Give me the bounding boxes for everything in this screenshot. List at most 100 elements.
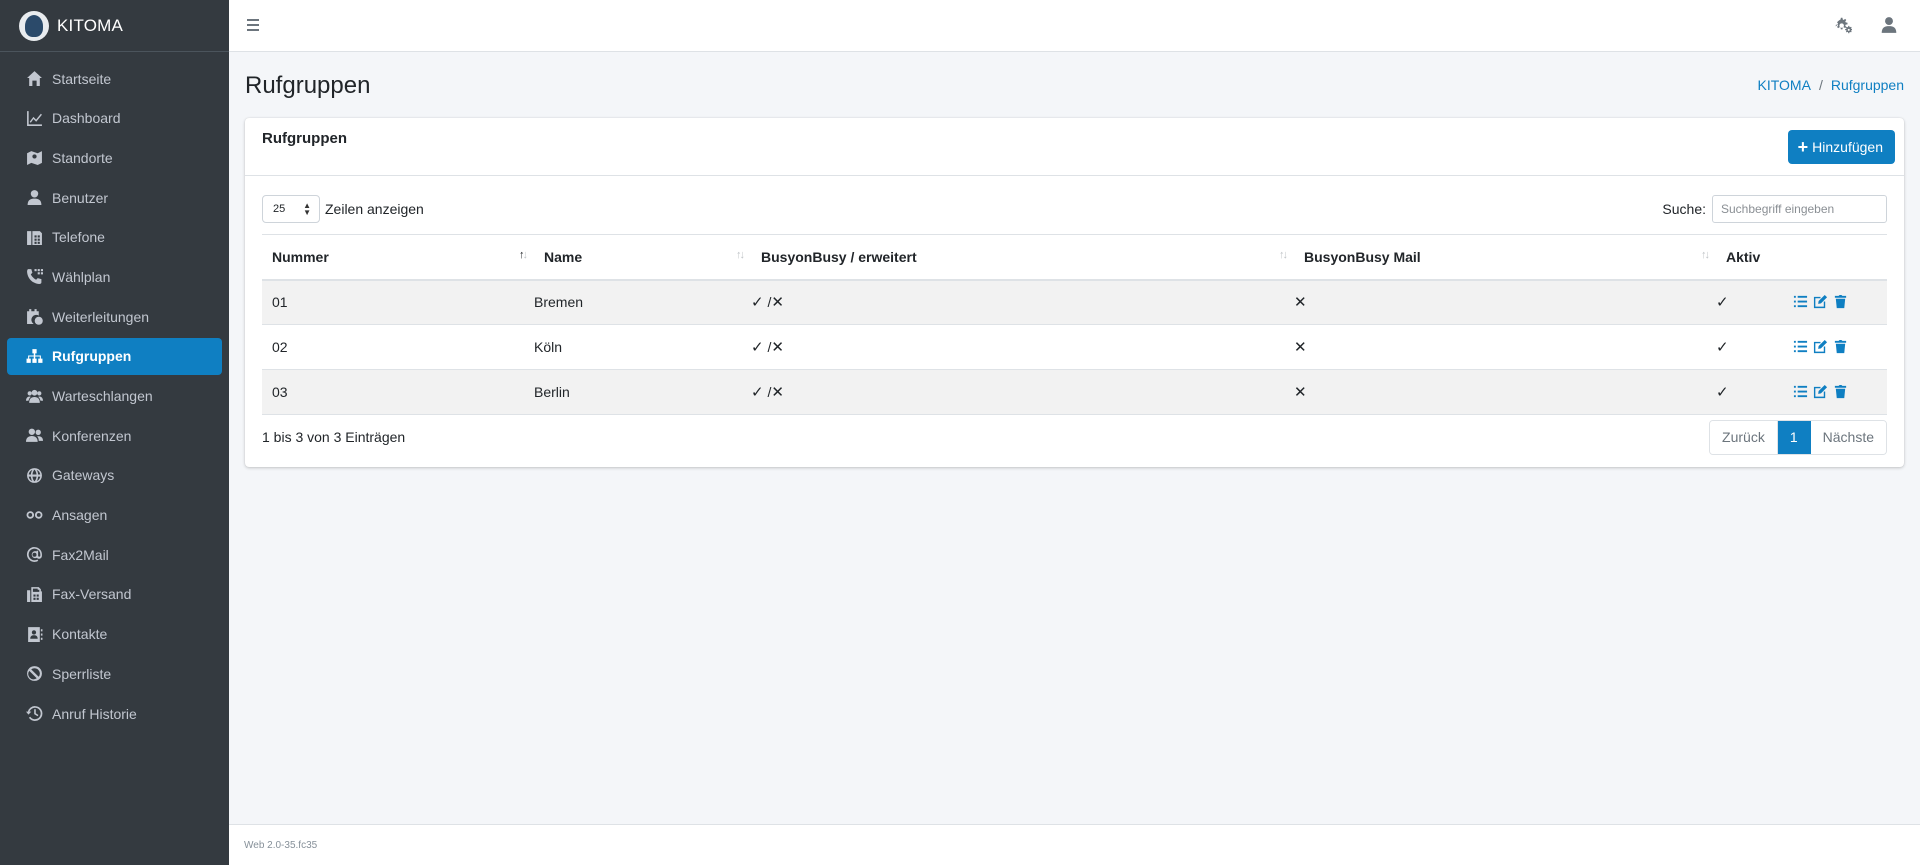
sort-icon: ↑↓ xyxy=(1279,249,1288,261)
sort-icon: ↑↓ xyxy=(1701,249,1710,261)
sidebar-item-gateways[interactable]: Gateways xyxy=(7,457,222,494)
sidebar-item-label: Ansagen xyxy=(52,507,108,524)
sidebar-item-fax-versand[interactable]: Fax-Versand xyxy=(7,576,222,613)
column-label: BusyonBusy Mail xyxy=(1304,248,1421,265)
sidebar-item-kontakte[interactable]: Kontakte xyxy=(7,616,222,653)
users-icon xyxy=(24,386,44,406)
sidebar-item-waehlplan[interactable]: Wählplan xyxy=(7,258,222,295)
sidebar-item-label: Rufgruppen xyxy=(52,348,132,365)
pagination-prev[interactable]: Zurück xyxy=(1710,420,1778,454)
at-icon xyxy=(24,545,44,565)
sidebar-item-label: Gateways xyxy=(52,467,115,484)
sidebar-item-telefone[interactable]: Telefone xyxy=(7,219,222,256)
sidebar-item-dashboard[interactable]: Dashboard xyxy=(7,100,222,137)
phone-keypad-icon xyxy=(24,267,44,287)
sidebar-item-sperrliste[interactable]: Sperrliste xyxy=(7,655,222,692)
sidebar-item-label: Kontakte xyxy=(52,626,108,643)
column-header-nummer[interactable]: Nummer ↑↓ xyxy=(262,234,534,281)
sidebar-item-label: Dashboard xyxy=(52,110,121,127)
sidebar-item-label: Wählplan xyxy=(52,268,111,285)
pagination-page[interactable]: 1 xyxy=(1777,420,1811,454)
history-icon xyxy=(24,704,44,724)
main-content: Rufgruppen KITOMA / Rufgruppen Rufgruppe… xyxy=(229,52,1920,825)
sidebar-item-standorte[interactable]: Standorte xyxy=(7,139,222,176)
table-info: 1 bis 3 von 3 Einträgen xyxy=(262,429,406,445)
edit-icon[interactable] xyxy=(1813,339,1829,355)
sidebar-item-weiterleitungen[interactable]: Weiterleitungen xyxy=(7,298,222,335)
sitemap-icon xyxy=(24,346,44,366)
list-icon[interactable] xyxy=(1793,339,1809,355)
cell-busyonbusy: ✓ /✕ xyxy=(751,324,1294,370)
pagination: Zurück 1 Nächste xyxy=(1709,419,1887,455)
cell-name: Köln xyxy=(534,324,751,370)
edit-icon[interactable] xyxy=(1813,384,1829,400)
cogs-icon[interactable] xyxy=(1832,14,1854,36)
trash-icon[interactable] xyxy=(1833,339,1849,355)
home-icon xyxy=(24,69,44,89)
page-length-label: Zeilen anzeigen xyxy=(325,201,424,217)
card-title: Rufgruppen xyxy=(262,130,347,147)
column-header-busyonbusy-erweitert[interactable]: BusyonBusy / erweitert ↑↓ xyxy=(751,234,1294,281)
trash-icon[interactable] xyxy=(1833,384,1849,400)
page-length-value: 25 xyxy=(273,203,286,215)
edit-icon[interactable] xyxy=(1813,294,1829,310)
sidebar-item-konferenzen[interactable]: Konferenzen xyxy=(7,417,222,454)
sidebar-item-label: Fax-Versand xyxy=(52,586,132,603)
cell-aktiv: ✓ xyxy=(1716,279,1887,325)
sidebar-item-label: Standorte xyxy=(52,149,113,166)
cell-mail: ✕ xyxy=(1294,369,1716,415)
plus-icon: + xyxy=(1797,137,1809,157)
map-icon xyxy=(24,148,44,168)
table-row: 03 Berlin ✓ /✕ ✕ ✓ xyxy=(262,369,1887,415)
cross-icon: ✕ xyxy=(771,294,784,312)
sidebar-item-label: Fax2Mail xyxy=(52,546,109,563)
column-label: Name xyxy=(544,248,583,265)
rufgruppen-card: Rufgruppen + Hinzufügen 25 ▲ ▼ Zeilen anz… xyxy=(245,118,1904,467)
sidebar-item-label: Weiterleitungen xyxy=(52,308,150,325)
sidebar-item-rufgruppen[interactable]: Rufgruppen xyxy=(7,337,222,375)
sidebar-item-label: Telefone xyxy=(52,229,105,246)
check-icon: ✓ xyxy=(751,339,764,356)
calendar-clock-icon xyxy=(24,307,44,327)
sidebar-item-benutzer[interactable]: Benutzer xyxy=(7,179,222,216)
sidebar-item-warteschlangen[interactable]: Warteschlangen xyxy=(7,378,222,415)
column-header-aktiv[interactable]: Aktiv xyxy=(1716,234,1887,281)
sidebar-item-label: Startseite xyxy=(52,70,112,87)
ban-icon xyxy=(24,664,44,684)
user-account-icon[interactable] xyxy=(1878,14,1900,36)
select-arrows-icon: ▲ ▼ xyxy=(303,200,311,217)
cross-icon: ✕ xyxy=(771,339,784,356)
search-input[interactable] xyxy=(1712,195,1887,223)
cell-mail: ✕ xyxy=(1294,324,1716,370)
sort-icon: ↑↓ xyxy=(736,249,745,261)
check-icon: ✓ xyxy=(751,294,764,312)
page-length-select[interactable]: 25 ▲ ▼ xyxy=(262,195,320,223)
breadcrumb-current[interactable]: Rufgruppen xyxy=(1831,77,1904,93)
add-button[interactable]: + Hinzufügen xyxy=(1787,130,1895,164)
sidebar-item-fax2mail[interactable]: Fax2Mail xyxy=(7,536,222,573)
sidebar-item-anruf-historie[interactable]: Anruf Historie xyxy=(7,695,222,732)
voicemail-icon xyxy=(24,505,44,525)
check-icon: ✓ xyxy=(1716,294,1729,312)
sidebar-item-label: Warteschlangen xyxy=(52,388,153,404)
breadcrumb-home-link[interactable]: KITOMA xyxy=(1758,77,1811,93)
pagination-next[interactable]: Nächste xyxy=(1810,420,1886,454)
search-label: Suche: xyxy=(1662,201,1706,217)
brand[interactable]: KITOMA xyxy=(0,0,229,52)
column-header-name[interactable]: Name ↑↓ xyxy=(534,234,751,281)
list-icon[interactable] xyxy=(1793,384,1809,400)
brand-name: KITOMA xyxy=(57,15,124,35)
sidebar-item-ansagen[interactable]: Ansagen xyxy=(7,497,222,534)
check-icon: ✓ xyxy=(1716,339,1729,356)
fax-phone-icon xyxy=(24,227,44,247)
breadcrumb: KITOMA / Rufgruppen xyxy=(1758,77,1904,93)
cross-icon: ✕ xyxy=(1294,384,1307,401)
column-header-busyonbusy-mail[interactable]: BusyonBusy Mail ↑↓ xyxy=(1294,234,1716,281)
fax-icon xyxy=(24,584,44,604)
list-icon[interactable] xyxy=(1793,294,1809,310)
hamburger-menu-icon[interactable] xyxy=(247,16,265,34)
trash-icon[interactable] xyxy=(1833,294,1849,310)
page-footer: Web 2.0-35.fc35 xyxy=(229,824,1920,865)
cell-nummer: 02 xyxy=(262,324,534,370)
sidebar-item-startseite[interactable]: Startseite xyxy=(7,60,222,97)
